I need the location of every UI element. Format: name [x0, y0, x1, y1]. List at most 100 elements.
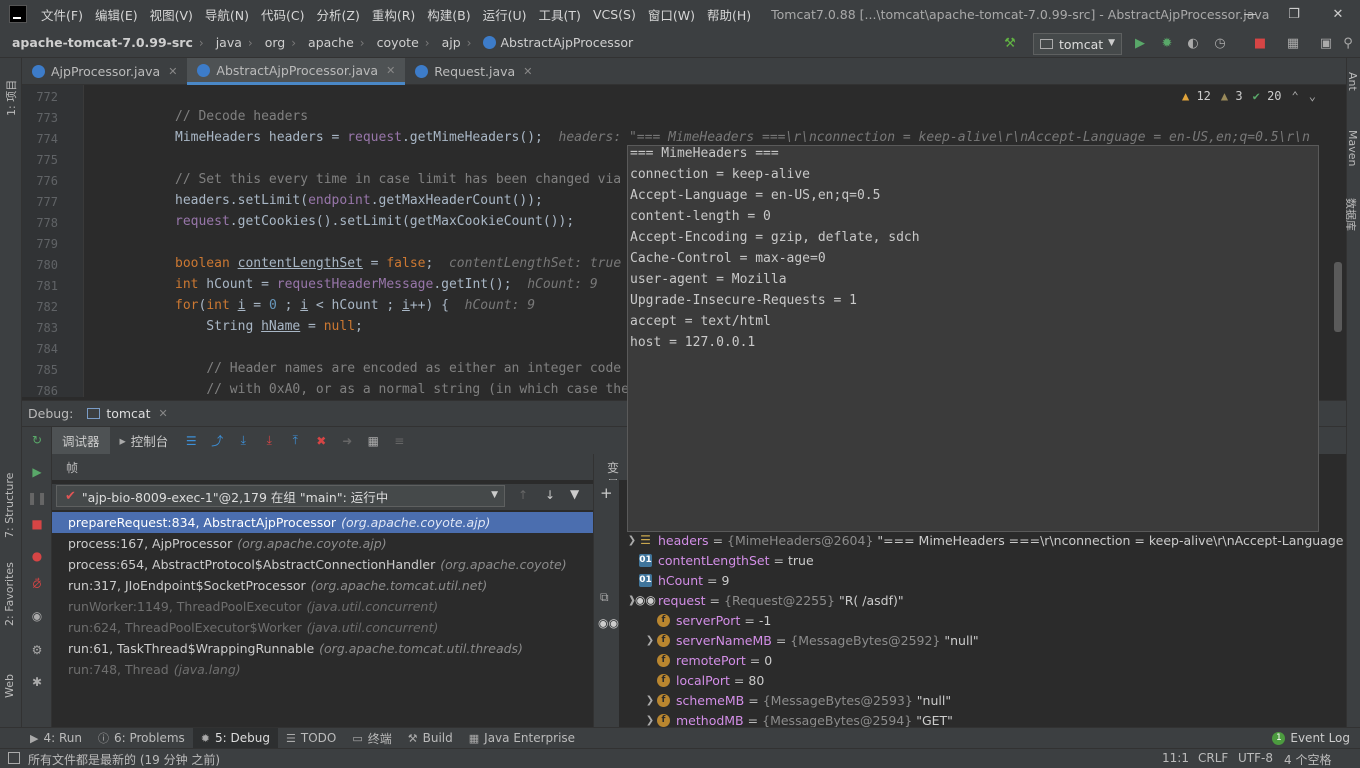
coverage-icon[interactable]: ◐ — [1183, 33, 1203, 53]
tab-debugger[interactable]: 调试器 — [52, 427, 110, 454]
frame-row[interactable]: run:317, JIoEndpoint$SocketProcessor (org… — [52, 575, 593, 596]
variable-row[interactable]: ❯ ☰ headers = {MimeHeaders@2604} "=== MimeHe… — [625, 532, 1346, 550]
frame-row[interactable]: runWorker:1149, ThreadPoolExecutor (java.… — [52, 596, 593, 617]
frame-row[interactable]: run:748, Thread (java.lang) — [52, 659, 593, 680]
variable-row[interactable]: f serverPort = -1 — [643, 610, 771, 630]
inspection-widget[interactable]: ▲ 12 ▲ 3 ✔ 20 ⌃ ⌄ — [1182, 89, 1316, 103]
rerun-icon[interactable]: ↻ — [28, 431, 46, 449]
pause-icon[interactable]: ❚❚ — [27, 489, 47, 507]
chevron-up-icon[interactable]: ⌃ — [1292, 89, 1299, 103]
status-toggle-icon[interactable] — [8, 752, 20, 764]
evaluate-icon[interactable]: ▦ — [364, 432, 382, 450]
menu-build[interactable]: 构建(B) — [421, 5, 476, 24]
run-to-cursor-icon[interactable]: ➜ — [338, 432, 356, 450]
variable-row[interactable]: ❱ ◉◉ request = {Request@2255} "R( /asdf)" — [625, 590, 904, 610]
close-icon[interactable]: ✕ — [168, 65, 177, 78]
variable-row[interactable]: 01 hCount = 9 — [625, 570, 729, 590]
filter-icon[interactable]: ▼ — [570, 487, 579, 501]
minimize-icon[interactable]: — — [1228, 0, 1272, 28]
chevron-right-icon[interactable]: ❯ — [625, 535, 639, 546]
stop-icon[interactable]: ■ — [1250, 33, 1270, 53]
frame-row[interactable]: run:61, TaskThread$WrappingRunnable (org.… — [52, 638, 593, 659]
resume-icon[interactable]: ▶ — [28, 463, 46, 481]
tool-web[interactable]: Web — [3, 674, 16, 698]
chevron-right-icon[interactable]: ❯ — [643, 715, 657, 726]
tool-ant[interactable]: Ant — [1346, 72, 1359, 91]
project-structure-icon[interactable]: ▦ — [1283, 33, 1303, 53]
tab-ajpprocessor[interactable]: AjpProcessor.java ✕ — [22, 58, 187, 85]
variable-row[interactable]: ❯ f methodMB = {MessageBytes@2594} "GET" — [643, 710, 953, 728]
step-over-icon[interactable]: ⤴ — [208, 432, 226, 450]
event-log-button[interactable]: 1 Event Log — [1272, 731, 1350, 745]
threads-icon[interactable]: ☰ — [182, 432, 200, 450]
variable-row[interactable]: ❯ f schemeMB = {MessageBytes@2593} "null" — [643, 690, 951, 710]
run-icon[interactable]: ▶ — [1130, 33, 1150, 53]
thread-select[interactable]: ✔ "ajp-bio-8009-exec-1"@2,179 在组 "main":… — [56, 485, 505, 507]
tab-console[interactable]: ▸ 控制台 — [110, 427, 179, 454]
settings-icon[interactable]: ⚙ — [28, 641, 46, 659]
toolwindow-terminal[interactable]: ▭ 终端 — [344, 728, 399, 749]
drop-frame-icon[interactable]: ✖ — [312, 432, 330, 450]
close-icon[interactable]: ✕ — [1316, 0, 1360, 28]
tab-abstractajpprocessor[interactable]: AbstractAjpProcessor.java ✕ — [187, 58, 406, 85]
caret-position[interactable]: 11:1 — [1162, 751, 1189, 765]
tool-structure[interactable]: 7: Structure — [3, 473, 16, 538]
menu-help[interactable]: 帮助(H) — [701, 5, 757, 24]
force-step-into-icon[interactable]: ⤓ — [260, 432, 278, 450]
debug-icon[interactable]: ✹ — [1157, 33, 1177, 53]
frame-row[interactable]: prepareRequest:834, AbstractAjpProcessor… — [52, 512, 593, 533]
arrow-down-icon[interactable]: ↓ — [545, 488, 555, 502]
indent-setting[interactable]: 4 个空格 — [1284, 751, 1331, 768]
tool-project[interactable]: 1: 项目 — [3, 80, 19, 116]
variable-row[interactable]: f localPort = 80 — [643, 670, 764, 690]
frame-row[interactable]: run:624, ThreadPoolExecutor$Worker (java.… — [52, 617, 593, 638]
menu-file[interactable]: 文件(F) — [35, 5, 89, 24]
breadcrumb-org[interactable]: org — [253, 35, 286, 50]
stop-icon[interactable]: ■ — [28, 515, 46, 533]
menu-window[interactable]: 窗口(W) — [642, 5, 701, 24]
close-icon[interactable]: ✕ — [523, 65, 532, 78]
toolwindow-debug[interactable]: ✹ 5: Debug — [192, 727, 278, 749]
copy-icon[interactable]: ⧉ — [600, 590, 609, 605]
tab-request[interactable]: Request.java ✕ — [405, 58, 542, 85]
menu-run[interactable]: 运行(U) — [477, 5, 533, 24]
breadcrumb-coyote[interactable]: coyote — [365, 35, 419, 50]
toolwindow-problems[interactable]: ⓘ 6: Problems — [90, 728, 193, 749]
chevron-down-icon[interactable]: ⌄ — [1309, 89, 1316, 103]
frame-row[interactable]: process:167, AjpProcessor (org.apache.coy… — [52, 533, 593, 554]
menu-navigate[interactable]: 导航(N) — [199, 5, 255, 24]
restore-icon[interactable]: ❐ — [1272, 0, 1316, 28]
toolwindow-build[interactable]: ⚒ Build — [400, 728, 461, 749]
close-icon[interactable]: ✕ — [386, 64, 395, 77]
menu-edit[interactable]: 编辑(E) — [89, 5, 144, 24]
layout-icon[interactable]: ▣ — [1316, 33, 1336, 53]
menu-view[interactable]: 视图(V) — [144, 5, 199, 24]
watches-glasses-icon[interactable]: ◉◉ — [598, 616, 619, 630]
mute-breakpoints-icon[interactable]: ⦳ — [28, 575, 46, 593]
view-breakpoints-icon[interactable]: ● — [28, 547, 46, 565]
arrow-up-icon[interactable]: ↑ — [518, 488, 528, 502]
step-out-icon[interactable]: ⤒ — [286, 432, 304, 450]
breadcrumb-ajp[interactable]: ajp — [430, 35, 461, 50]
breadcrumb-project[interactable]: apache-tomcat-7.0.99-src — [0, 35, 193, 50]
pin-icon[interactable]: ✱ — [28, 673, 46, 691]
run-config-select[interactable]: tomcat ▼ — [1033, 33, 1122, 55]
variable-row[interactable]: 01 contentLengthSet = true — [625, 550, 814, 570]
toolwindow-java-enterprise[interactable]: ▦ Java Enterprise — [461, 728, 583, 749]
line-separator[interactable]: CRLF — [1198, 751, 1228, 765]
breadcrumb-apache[interactable]: apache — [296, 35, 354, 50]
menu-code[interactable]: 代码(C) — [255, 5, 310, 24]
menu-refactor[interactable]: 重构(R) — [366, 5, 421, 24]
tool-favorites[interactable]: 2: Favorites — [3, 562, 16, 626]
chevron-right-icon[interactable]: ❯ — [643, 695, 657, 706]
close-icon[interactable]: ✕ — [159, 407, 168, 420]
breadcrumb-java[interactable]: java — [204, 35, 242, 50]
debug-session-tab[interactable]: tomcat ✕ — [87, 406, 168, 421]
tool-maven[interactable]: Maven — [1346, 130, 1359, 166]
value-popup[interactable]: === MimeHeaders === connection = keep-al… — [627, 145, 1319, 532]
menu-vcs[interactable]: VCS(S) — [587, 7, 642, 22]
variable-row[interactable]: ❯ f serverNameMB = {MessageBytes@2592} "null… — [643, 630, 979, 650]
editor-scrollbar[interactable] — [1334, 262, 1342, 332]
menu-tools[interactable]: 工具(T) — [533, 5, 587, 24]
frame-row[interactable]: process:654, AbstractProtocol$AbstractCo… — [52, 554, 593, 575]
